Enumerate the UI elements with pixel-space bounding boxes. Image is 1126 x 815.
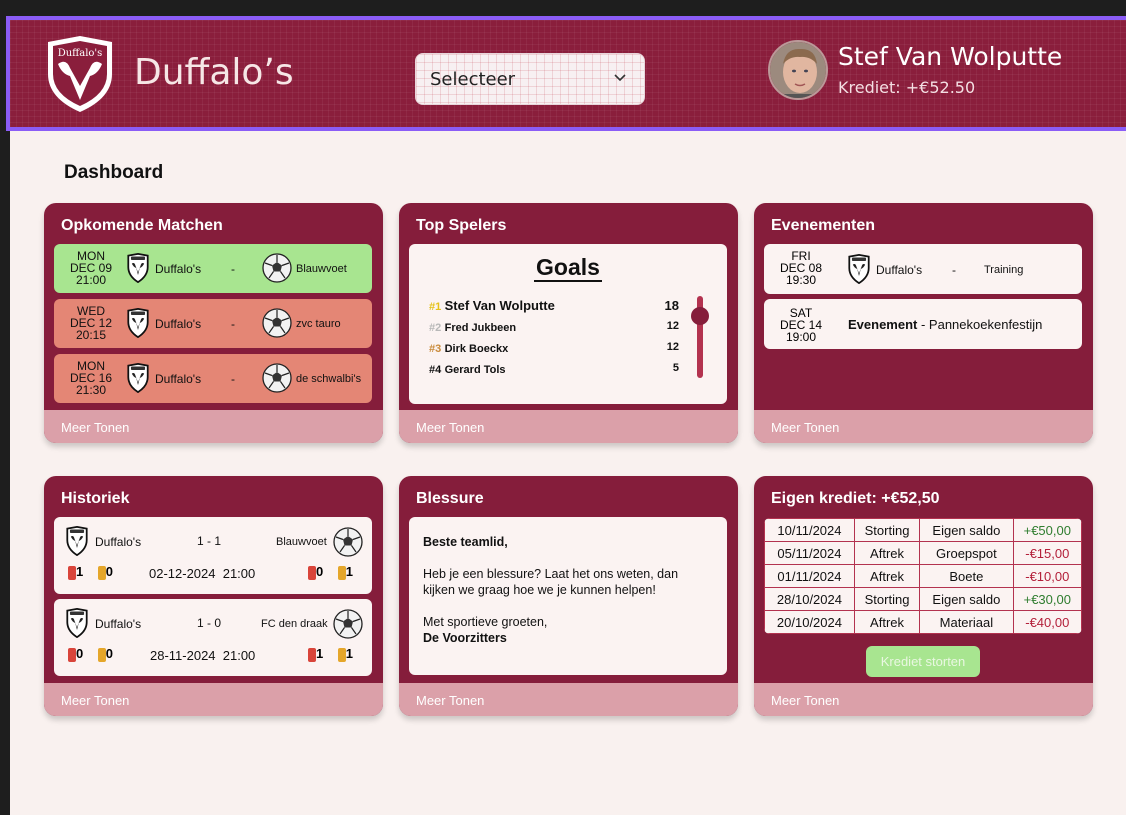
soccer-ball-icon bbox=[262, 308, 292, 338]
home-team: Duffalo's bbox=[155, 372, 202, 386]
away-cards: 1 1 bbox=[308, 646, 353, 662]
club-logo-icon: Duffalo's bbox=[48, 36, 112, 112]
scrollbar-thumb[interactable] bbox=[691, 307, 709, 325]
away-team: de schwalbi's bbox=[296, 373, 362, 385]
history-card: Historiek Duffalo's 1 - 1 Blauwvoet 1 0 … bbox=[44, 476, 383, 716]
goals-heading: Goals bbox=[534, 254, 602, 282]
player-row[interactable]: #1 Stef Van Wolputte 18 bbox=[429, 298, 679, 320]
event-separator: - bbox=[952, 263, 956, 277]
duffalos-logo-icon bbox=[66, 526, 88, 556]
event-team: Duffalo's bbox=[876, 263, 923, 277]
versus-separator: - bbox=[231, 372, 235, 386]
soccer-ball-icon bbox=[262, 253, 292, 283]
team-select[interactable]: Selecteer bbox=[415, 53, 645, 105]
player-row[interactable]: #2 Fred Jukbeen 12 bbox=[429, 320, 679, 341]
more-link[interactable]: Meer Tonen bbox=[399, 410, 738, 443]
history-row[interactable]: Duffalo's 1 - 1 Blauwvoet 1 0 02-12-2024… bbox=[54, 517, 372, 594]
user-avatar-icon bbox=[770, 42, 826, 98]
top-header: Duffalo's Duffalo’s Selecteer Stef Van W… bbox=[6, 16, 1126, 131]
duffalos-logo-icon bbox=[127, 253, 149, 283]
page: Duffalo's Duffalo’s Selecteer Stef Van W… bbox=[6, 16, 1126, 815]
home-cards: 0 0 bbox=[68, 646, 113, 662]
page-title: Dashboard bbox=[64, 162, 164, 183]
away-team: Blauwvoet bbox=[276, 536, 327, 548]
event-date: FRI DEC 08 19:30 bbox=[779, 249, 823, 287]
user-name: Stef Van Wolputte bbox=[838, 42, 1063, 71]
injury-signature: De Voorzitters bbox=[423, 631, 507, 645]
injury-body: Heb je een blessure? Laat het ons weten,… bbox=[423, 567, 679, 597]
away-team: Blauwvoet bbox=[296, 263, 347, 275]
soccer-ball-icon bbox=[333, 609, 363, 639]
goals-panel: Goals #1 Stef Van Wolputte 18 #2 Fred Ju… bbox=[409, 244, 727, 404]
upcoming-matches-card: Opkomende Matchen MON DEC 09 21:00 Duffalo… bbox=[44, 203, 383, 443]
match-datetime: 02-12-2024 21:00 bbox=[149, 566, 256, 581]
match-row[interactable]: WED DEC 12 20:15 Duffalo's - zvc tauro bbox=[54, 299, 372, 348]
card-title: Top Spelers bbox=[416, 217, 507, 234]
player-row[interactable]: #4 Gerard Tols 5 bbox=[429, 362, 679, 383]
card-title: Blessure bbox=[416, 490, 484, 507]
card-title: Historiek bbox=[61, 490, 130, 507]
home-cards: 1 0 bbox=[68, 564, 113, 580]
event-row[interactable]: SAT DEC 14 19:00 Evenement - Pannekoekenfe… bbox=[764, 299, 1082, 349]
away-cards: 0 1 bbox=[308, 564, 353, 580]
home-team: Duffalo's bbox=[95, 535, 142, 549]
team-select-label: Selecteer bbox=[430, 69, 516, 90]
duffalos-logo-icon bbox=[127, 308, 149, 338]
duffalos-logo-icon bbox=[66, 608, 88, 638]
match-date: MON DEC 16 21:30 bbox=[69, 359, 113, 397]
match-row[interactable]: MON DEC 09 21:00 Duffalo's - Blauwvoet bbox=[54, 244, 372, 293]
svg-text:Duffalo's: Duffalo's bbox=[58, 48, 103, 59]
versus-separator: - bbox=[231, 262, 235, 276]
score: 1 - 0 bbox=[197, 616, 222, 630]
injury-closing: Met sportieve groeten, bbox=[423, 615, 548, 629]
ledger-row: 01/11/2024 Aftrek Boete -€10,00 bbox=[764, 564, 1082, 588]
duffalos-logo-icon bbox=[848, 254, 870, 284]
soccer-ball-icon bbox=[262, 363, 292, 393]
card-title: Opkomende Matchen bbox=[61, 217, 223, 234]
event-row[interactable]: FRI DEC 08 19:30 Duffalo's - Training bbox=[764, 244, 1082, 294]
event-label: Training bbox=[984, 264, 1024, 276]
home-team: Duffalo's bbox=[155, 317, 202, 331]
more-link[interactable]: Meer Tonen bbox=[754, 410, 1093, 443]
home-team: Duffalo's bbox=[95, 617, 142, 631]
soccer-ball-icon bbox=[333, 527, 363, 557]
duffalos-logo-icon bbox=[127, 363, 149, 393]
player-row[interactable]: #3 Dirk Boeckx 12 bbox=[429, 341, 679, 362]
ledger-row: 05/11/2024 Aftrek Groepspot -€15,00 bbox=[764, 541, 1082, 565]
card-title: Evenementen bbox=[771, 217, 876, 234]
deposit-credit-button[interactable]: Krediet storten bbox=[866, 646, 980, 677]
injury-message: Beste teamlid, Heb je een blessure? Laat… bbox=[409, 517, 727, 675]
top-players-card: Top Spelers Goals #1 Stef Van Wolputte 1… bbox=[399, 203, 738, 443]
away-team: FC den draak bbox=[261, 618, 328, 630]
injury-greeting: Beste teamlid, bbox=[423, 535, 508, 549]
more-link[interactable]: Meer Tonen bbox=[44, 410, 383, 443]
ledger-row: 20/10/2024 Aftrek Materiaal -€40,00 bbox=[764, 610, 1082, 634]
credit-card: Eigen krediet: +€52,50 10/11/2024 Stortin… bbox=[754, 476, 1093, 716]
more-link[interactable]: Meer Tonen bbox=[44, 683, 383, 716]
card-title: Eigen krediet: +€52,50 bbox=[771, 490, 940, 507]
player-list: #1 Stef Van Wolputte 18 #2 Fred Jukbeen … bbox=[429, 298, 679, 383]
versus-separator: - bbox=[231, 317, 235, 331]
user-credit: Krediet: +€52.50 bbox=[838, 78, 976, 97]
events-card: Evenementen FRI DEC 08 19:30 Duffalo's - T… bbox=[754, 203, 1093, 443]
history-row[interactable]: Duffalo's 1 - 0 FC den draak 0 0 28-11-2… bbox=[54, 599, 372, 676]
ledger-row: 10/11/2024 Storting Eigen saldo +€50,00 bbox=[764, 518, 1082, 542]
more-link[interactable]: Meer Tonen bbox=[399, 683, 738, 716]
match-date: WED DEC 12 20:15 bbox=[69, 304, 113, 342]
chevron-down-icon bbox=[614, 74, 626, 82]
brand-name: Duffalo’s bbox=[134, 52, 294, 93]
match-datetime: 28-11-2024 21:00 bbox=[150, 648, 256, 663]
more-link[interactable]: Meer Tonen bbox=[754, 683, 1093, 716]
injury-card: Blessure Beste teamlid, Heb je een bless… bbox=[399, 476, 738, 716]
match-date: MON DEC 09 21:00 bbox=[69, 249, 113, 287]
event-description: Evenement - Pannekoekenfestijn bbox=[848, 317, 1043, 332]
score: 1 - 1 bbox=[197, 534, 222, 548]
event-date: SAT DEC 14 19:00 bbox=[779, 306, 823, 344]
credit-ledger: 10/11/2024 Storting Eigen saldo +€50,00 05/… bbox=[764, 518, 1082, 634]
avatar[interactable] bbox=[768, 40, 828, 100]
home-team: Duffalo's bbox=[155, 262, 202, 276]
ledger-row: 28/10/2024 Storting Eigen saldo +€30,00 bbox=[764, 587, 1082, 611]
away-team: zvc tauro bbox=[296, 318, 341, 330]
match-row[interactable]: MON DEC 16 21:30 Duffalo's - de schwalbi's bbox=[54, 354, 372, 403]
